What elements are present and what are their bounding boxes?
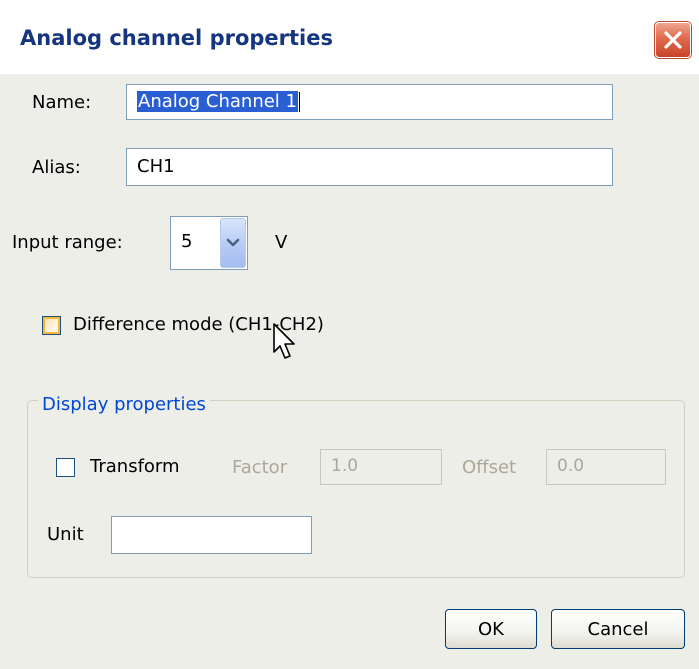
factor-label: Factor <box>232 457 288 478</box>
window-title: Analog channel properties <box>20 26 333 50</box>
offset-value: 0.0 <box>557 456 585 476</box>
transform-checkbox[interactable] <box>56 458 75 477</box>
offset-field: 0.0 <box>546 449 666 485</box>
input-range-value: 5 <box>181 231 193 252</box>
cancel-button-label: Cancel <box>587 618 649 640</box>
name-field[interactable]: Analog Channel 1 <box>126 84 613 120</box>
offset-label: Offset <box>462 457 517 478</box>
ok-button[interactable]: OK <box>445 609 537 649</box>
input-range-label: Input range: <box>12 232 123 253</box>
unit-label: Unit <box>47 524 84 545</box>
mouse-pointer-icon <box>273 323 295 359</box>
dropdown-button[interactable] <box>220 218 246 268</box>
factor-value: 1.0 <box>331 456 359 476</box>
alias-field[interactable]: CH1 <box>126 148 613 186</box>
ok-button-label: OK <box>478 618 504 640</box>
alias-value: CH1 <box>137 156 175 177</box>
unit-field[interactable] <box>111 516 312 554</box>
display-properties-title: Display properties <box>38 394 210 415</box>
chevron-down-icon <box>226 238 240 247</box>
difference-mode-checkbox[interactable] <box>42 316 61 335</box>
name-label: Name: <box>32 92 92 113</box>
alias-label: Alias: <box>32 157 81 178</box>
title-bar: Analog channel properties <box>0 0 699 74</box>
cancel-button[interactable]: Cancel <box>551 609 685 649</box>
close-button[interactable] <box>655 22 691 58</box>
factor-field: 1.0 <box>320 449 442 485</box>
text-caret <box>299 92 300 112</box>
input-range-select[interactable]: 5 <box>170 216 248 270</box>
input-range-unit: V <box>275 232 288 253</box>
transform-label[interactable]: Transform <box>90 456 180 477</box>
close-icon <box>664 31 682 49</box>
name-value: Analog Channel 1 <box>137 91 298 112</box>
